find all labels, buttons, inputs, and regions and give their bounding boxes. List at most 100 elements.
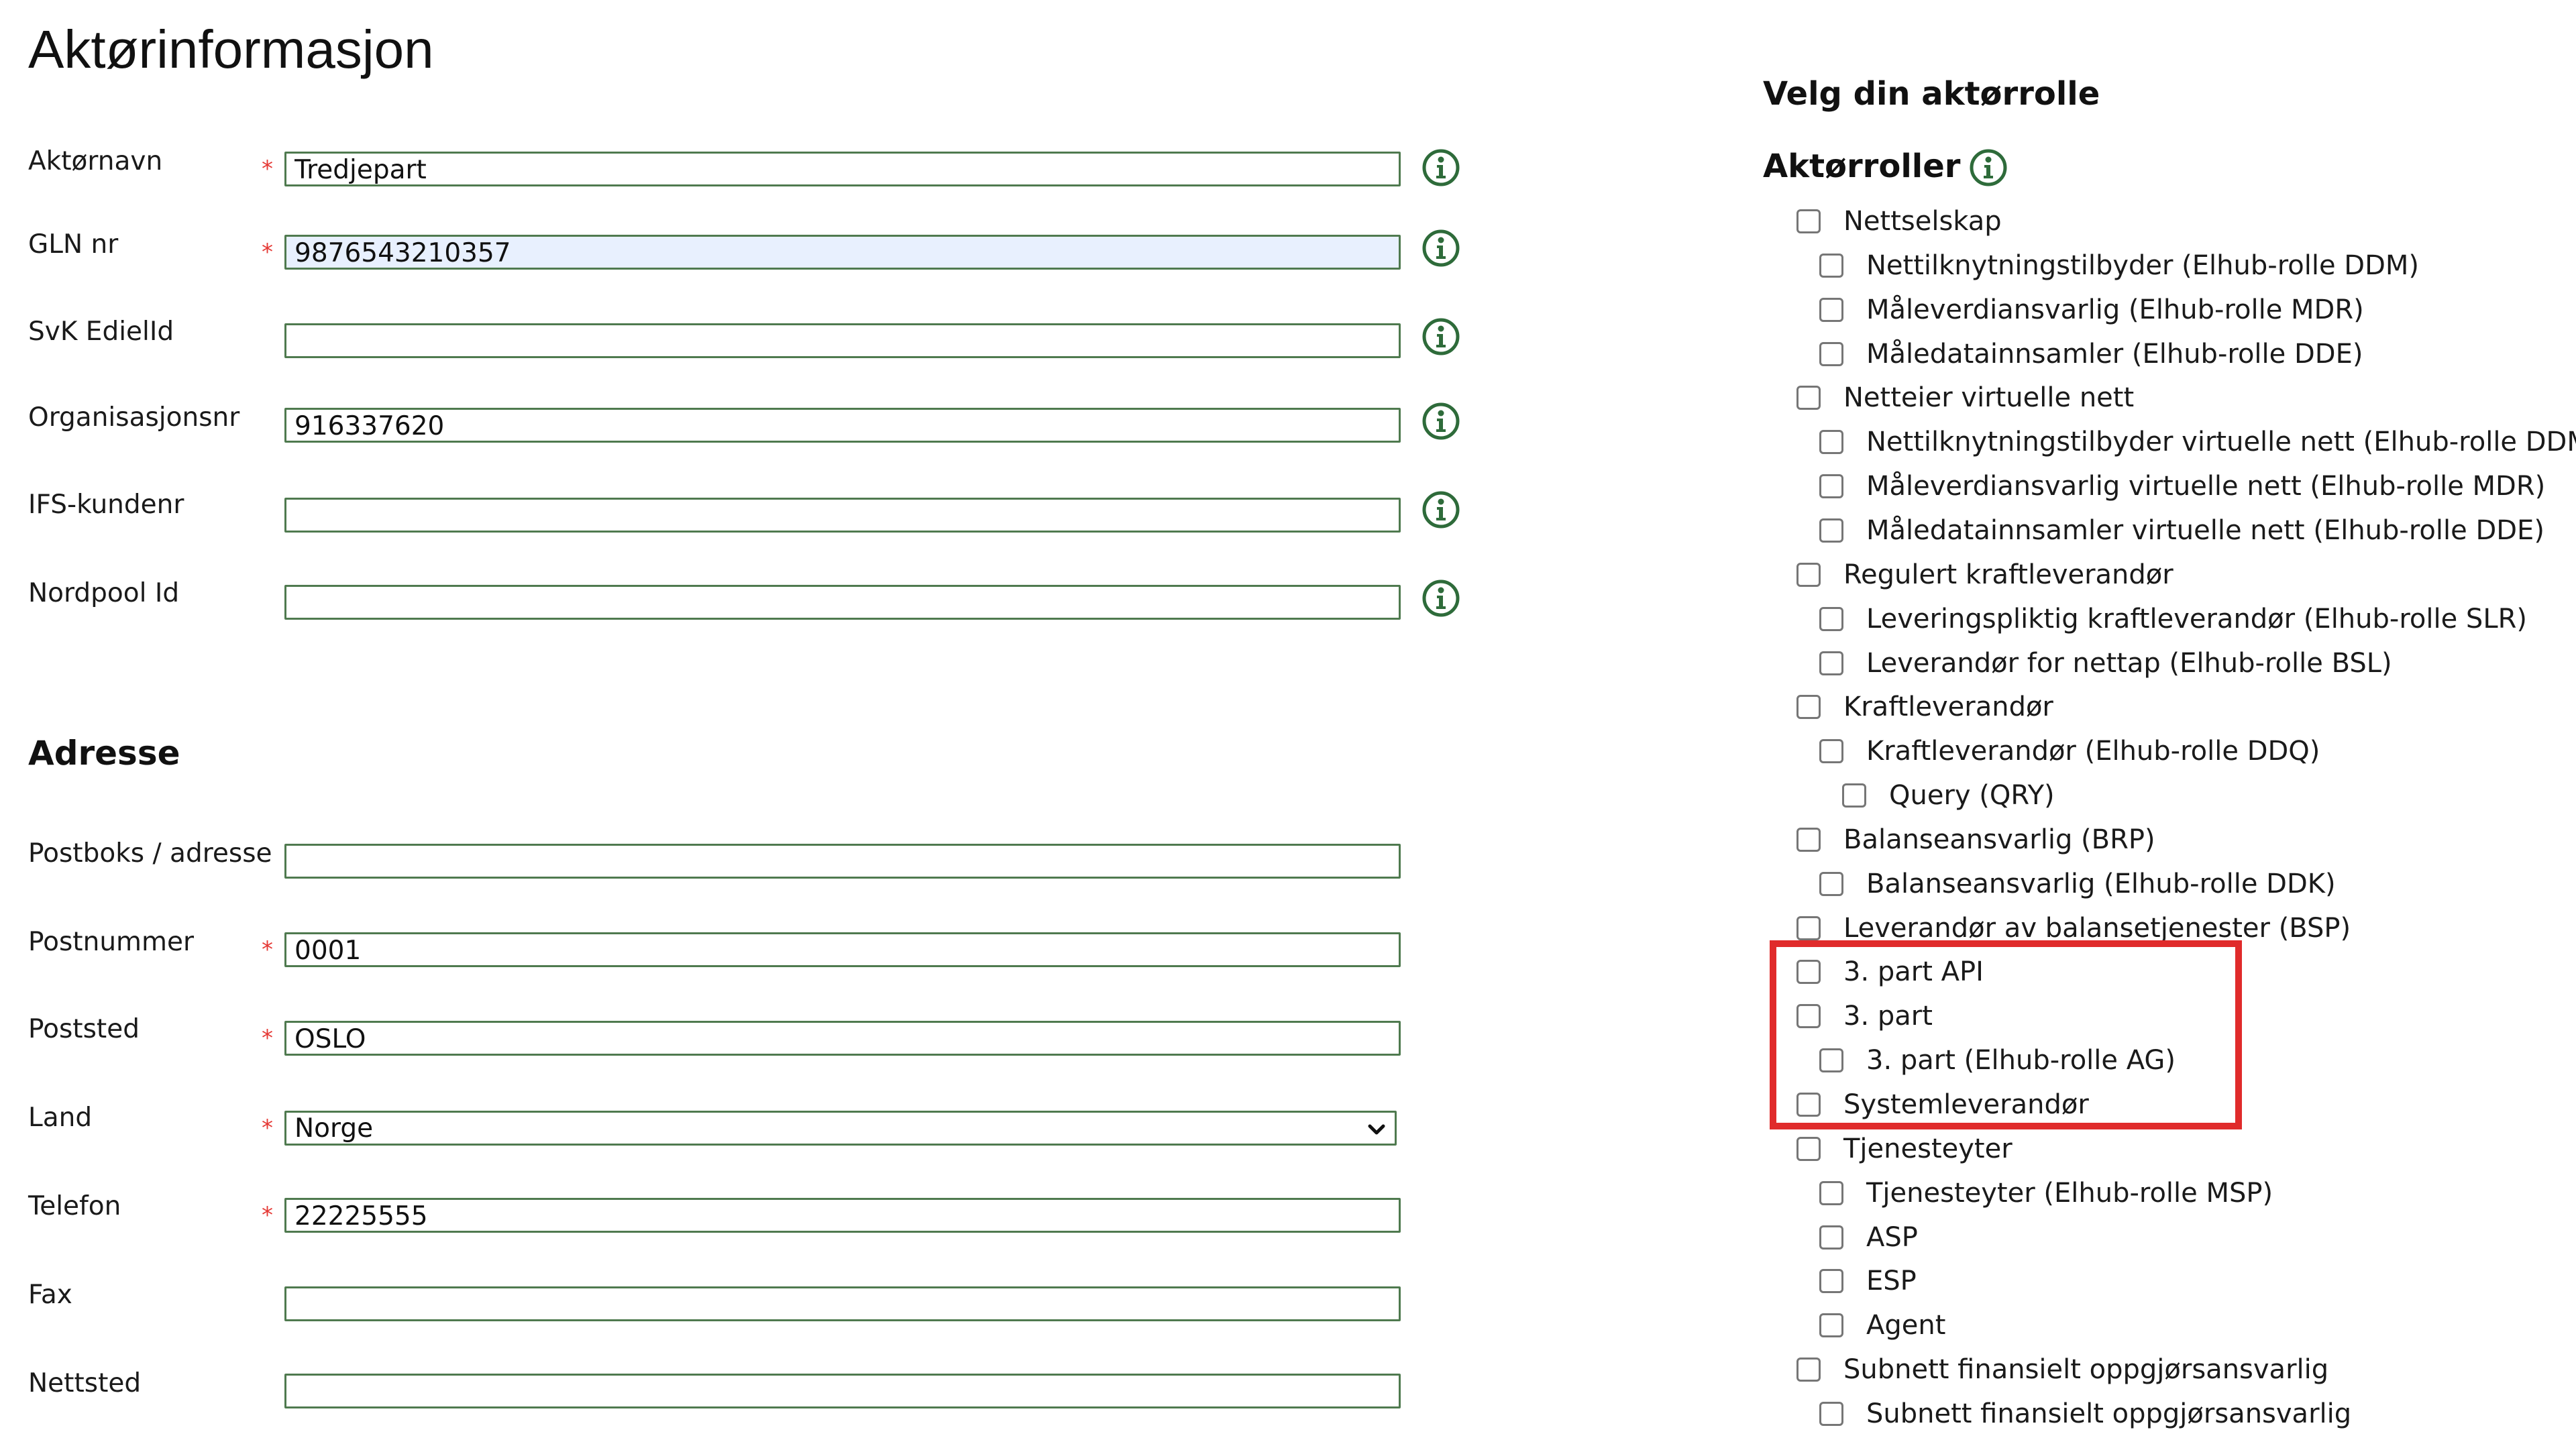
role-checkbox[interactable] [1796,916,1821,940]
role-item[interactable]: Måleverdiansvarlig virtuelle nett (Elhub… [1819,469,2545,503]
gln-label: GLN nr [28,229,119,260]
role-item[interactable]: 3. part API [1796,955,1984,989]
role-checkbox[interactable] [1842,783,1866,808]
info-circle-icon[interactable] [1968,148,2008,188]
role-checkbox[interactable] [1819,607,1843,631]
role-checkbox[interactable] [1819,342,1843,366]
role-label: Kraftleverandør (Elhub-rolle DDQ) [1866,736,2320,767]
role-checkbox[interactable] [1796,1004,1821,1028]
phone-input[interactable] [284,1198,1401,1233]
address-heading: Adresse [28,734,180,773]
ifs-customer-input[interactable] [284,498,1401,533]
role-checkbox[interactable] [1819,651,1843,675]
role-checkbox[interactable] [1796,828,1821,852]
role-item[interactable]: Agent [1819,1309,1945,1342]
city-input[interactable] [284,1021,1401,1056]
role-checkbox[interactable] [1796,1137,1821,1161]
role-checkbox[interactable] [1796,563,1821,587]
role-label: Leverandør av balansetjenester (BSP) [1843,913,2351,944]
role-item[interactable]: ESP [1819,1264,1917,1298]
choose-role-heading: Velg din aktørrolle [1763,75,2100,113]
role-checkbox[interactable] [1819,872,1843,896]
role-label: 3. part API [1843,956,1984,987]
role-checkbox[interactable] [1819,518,1843,543]
role-checkbox[interactable] [1819,1181,1843,1205]
org-number-input[interactable] [284,408,1401,443]
info-circle-icon[interactable] [1421,317,1461,357]
postal-code-input[interactable] [284,932,1401,967]
role-item[interactable]: Nettselskap [1796,205,2002,238]
required-marker: * [262,1025,273,1052]
role-checkbox[interactable] [1819,430,1843,454]
role-label: Måleverdiansvarlig (Elhub-rolle MDR) [1866,294,2364,325]
role-checkbox[interactable] [1819,1402,1843,1426]
role-item[interactable]: Leveringspliktig kraftleverandør (Elhub-… [1819,602,2527,636]
role-item[interactable]: Måledatainnsamler virtuelle nett (Elhub-… [1819,514,2544,547]
role-checkbox[interactable] [1819,1313,1843,1337]
page-title: Aktørinformasjon [28,19,434,79]
role-label: Nettselskap [1843,206,2002,237]
role-item[interactable]: Tjenesteyter (Elhub-rolle MSP) [1819,1176,2273,1210]
role-label: 3. part [1843,1001,1933,1032]
role-item[interactable]: Regulert kraftleverandør [1796,558,2174,592]
role-item[interactable]: 3. part (Elhub-rolle AG) [1819,1044,2176,1077]
role-label: Balanseansvarlig (Elhub-rolle DDK) [1866,869,2336,899]
info-circle-icon[interactable] [1421,490,1461,530]
role-item[interactable]: Netteier virtuelle nett [1796,381,2134,414]
info-circle-icon[interactable] [1421,228,1461,268]
required-marker: * [262,156,273,182]
role-item[interactable]: Leverandør for nettap (Elhub-rolle BSL) [1819,647,2392,680]
ifs-customer-label: IFS-kundenr [28,490,184,520]
country-label: Land [28,1103,93,1133]
role-item[interactable]: Subnett finansielt oppgjørsansvarlig [1819,1397,2351,1431]
actor-name-label: Aktørnavn [28,146,163,176]
role-item[interactable]: Balanseansvarlig (Elhub-rolle DDK) [1819,867,2336,901]
info-circle-icon[interactable] [1421,148,1461,188]
required-marker: * [262,1202,273,1229]
role-item[interactable]: 3. part [1796,999,1933,1033]
role-checkbox[interactable] [1819,1269,1843,1293]
role-checkbox[interactable] [1796,1358,1821,1382]
role-checkbox[interactable] [1796,960,1821,984]
role-label: Query (QRY) [1889,780,2055,811]
role-item[interactable]: Systemleverandør [1796,1088,2089,1121]
role-item[interactable]: Subnett finansielt oppgjørsansvarlig [1796,1353,2328,1386]
role-item[interactable]: Måleverdiansvarlig (Elhub-rolle MDR) [1819,293,2364,327]
role-item[interactable]: Nettilknytningstilbyder (Elhub-rolle DDM… [1819,249,2419,282]
roles-heading: Aktørroller [1763,148,1961,185]
fax-input[interactable] [284,1286,1401,1321]
role-label: Måleverdiansvarlig virtuelle nett (Elhub… [1866,471,2546,502]
role-label: Måledatainnsamler virtuelle nett (Elhub-… [1866,515,2544,546]
nordpool-id-input[interactable] [284,585,1401,620]
role-checkbox[interactable] [1819,1225,1843,1250]
role-item[interactable]: ASP [1819,1221,1918,1254]
gln-input[interactable] [284,235,1401,270]
info-circle-icon[interactable] [1421,401,1461,441]
website-input[interactable] [284,1374,1401,1408]
role-checkbox[interactable] [1819,474,1843,498]
postbox-address-input[interactable] [284,844,1401,879]
role-checkbox[interactable] [1819,739,1843,763]
role-item[interactable]: Leverandør av balansetjenester (BSP) [1796,911,2351,945]
role-item[interactable]: Kraftleverandør [1796,690,2053,724]
actor-name-input[interactable] [284,152,1401,186]
role-checkbox[interactable] [1796,386,1821,410]
role-item[interactable]: Nettilknytningstilbyder virtuelle nett (… [1819,425,2576,459]
role-item[interactable]: Måledatainnsamler (Elhub-rolle DDE) [1819,337,2363,371]
role-item[interactable]: Kraftleverandør (Elhub-rolle DDQ) [1819,734,2320,768]
role-label: Kraftleverandør [1843,691,2053,722]
role-checkbox[interactable] [1796,695,1821,719]
info-circle-icon[interactable] [1421,578,1461,618]
role-item[interactable]: Query (QRY) [1842,779,2055,812]
fax-label: Fax [28,1280,72,1310]
role-item[interactable]: Tjenesteyter [1796,1132,2012,1166]
role-checkbox[interactable] [1819,298,1843,322]
role-item[interactable]: Balanseansvarlig (BRP) [1796,823,2155,856]
role-checkbox[interactable] [1819,1048,1843,1072]
postal-code-label: Postnummer [28,927,195,957]
country-select[interactable]: Norge [284,1111,1397,1146]
svk-ediel-input[interactable] [284,323,1401,358]
role-checkbox[interactable] [1796,1093,1821,1117]
role-checkbox[interactable] [1819,254,1843,278]
role-checkbox[interactable] [1796,209,1821,233]
